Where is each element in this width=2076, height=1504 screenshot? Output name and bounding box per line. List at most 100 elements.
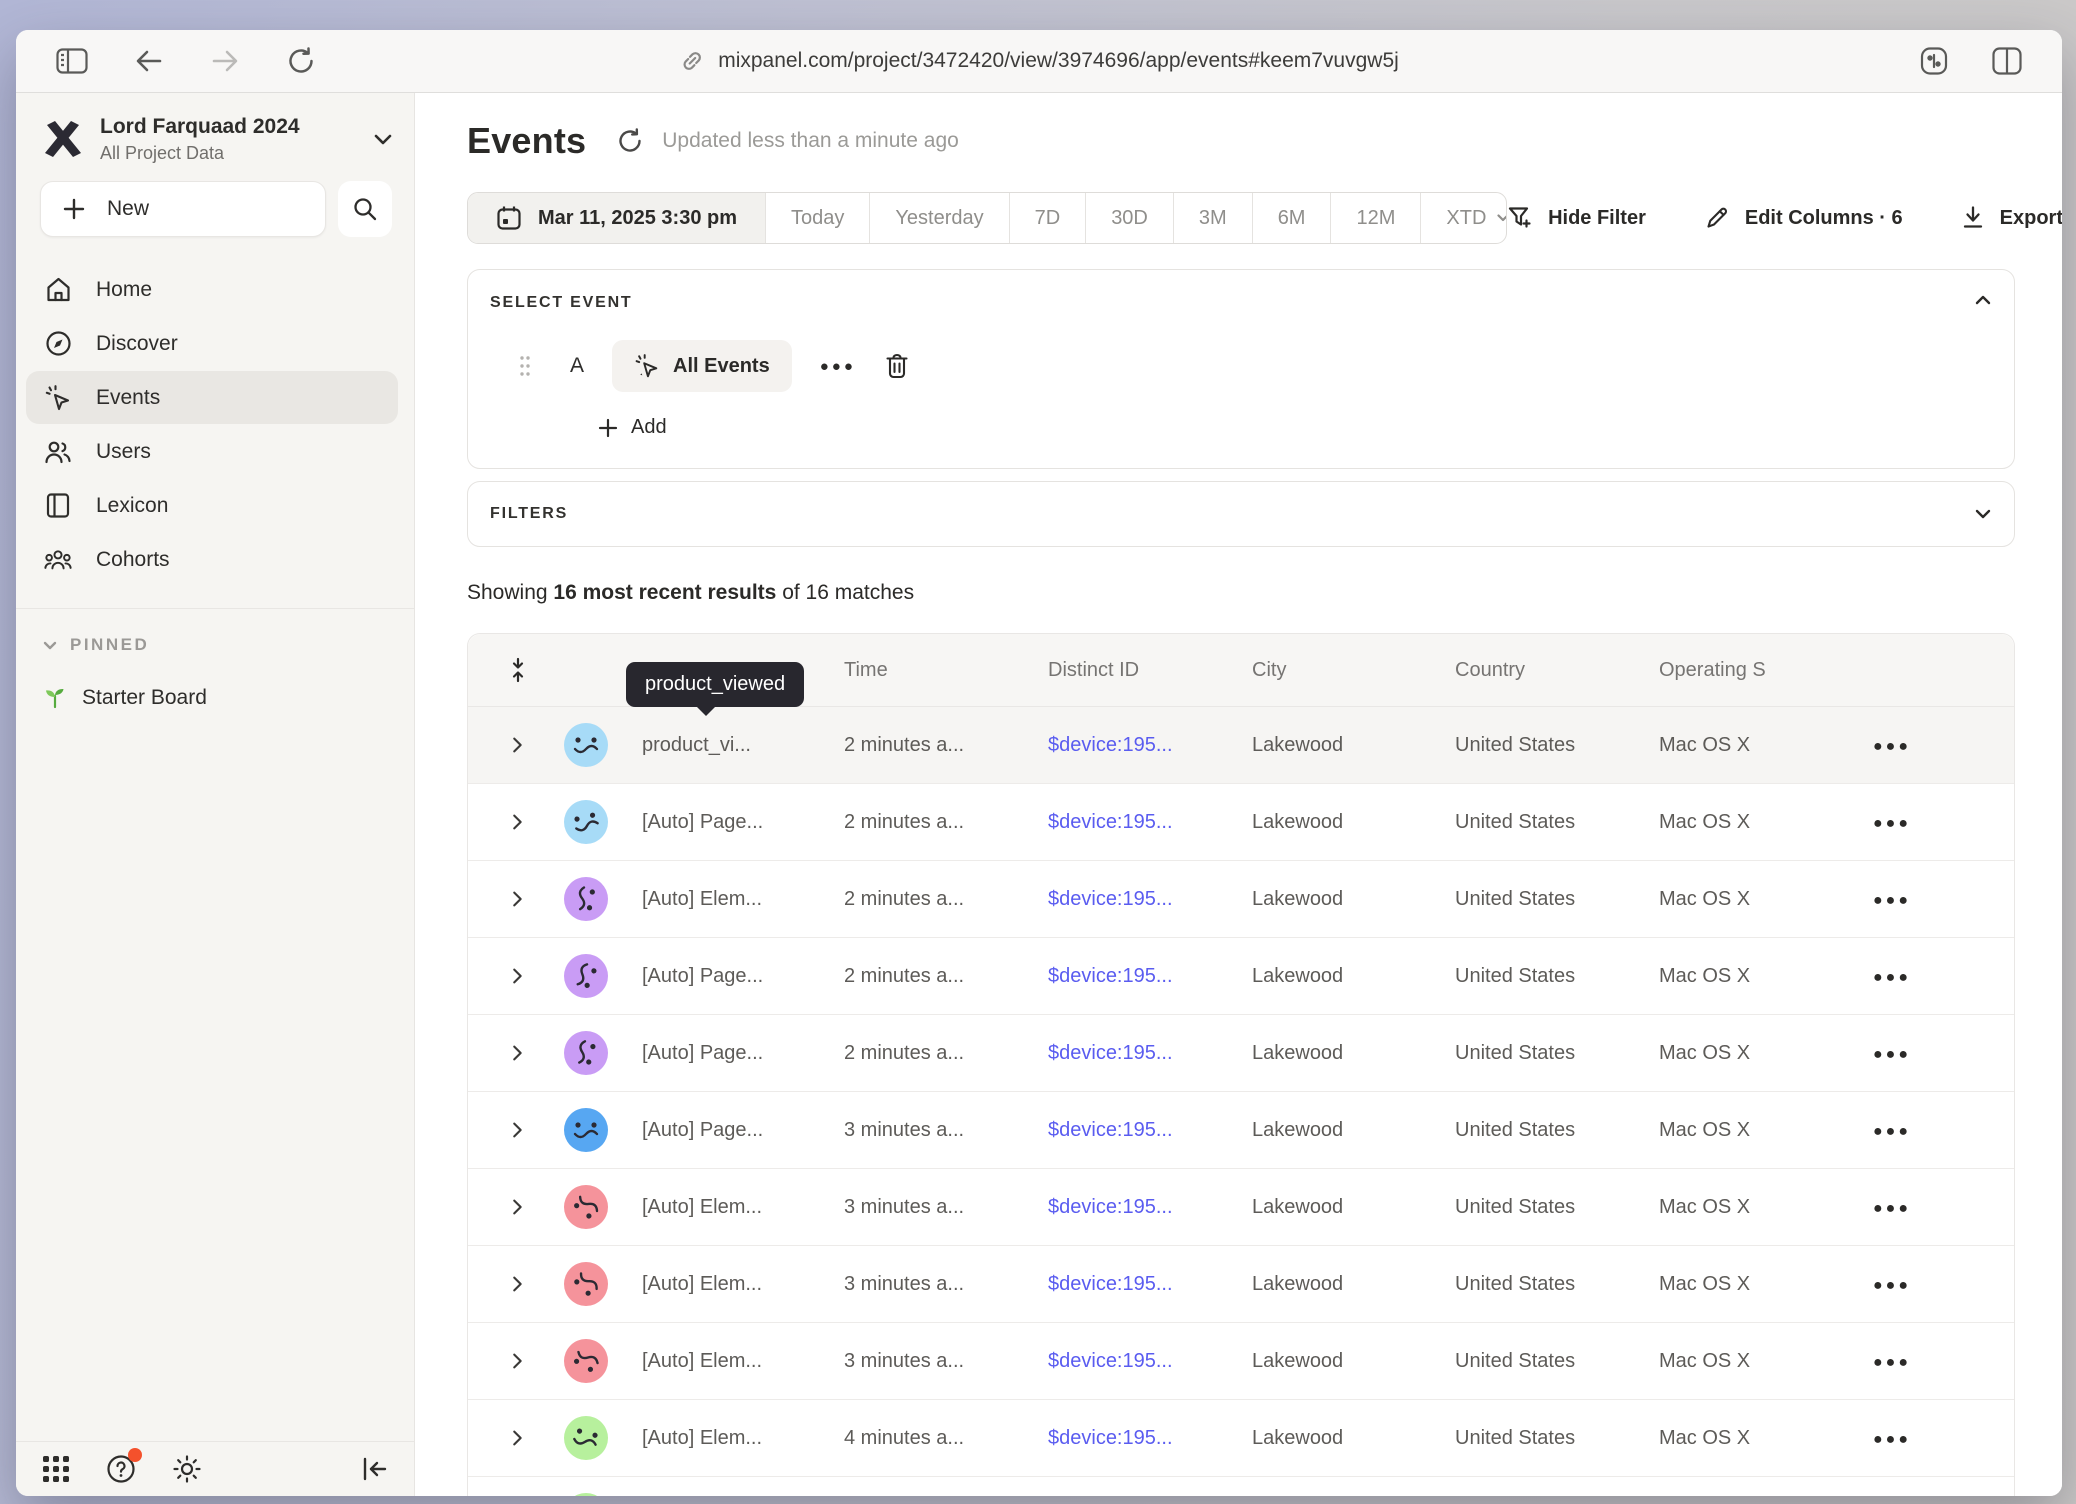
trash-icon[interactable] xyxy=(884,352,910,380)
event-time: 3 minutes a... xyxy=(828,1196,1032,1219)
forward-icon[interactable] xyxy=(210,47,240,75)
refresh-icon[interactable] xyxy=(616,127,644,155)
row-menu-icon[interactable]: ●●● xyxy=(1873,815,1911,832)
pinned-section-header[interactable]: PINNED xyxy=(16,609,414,655)
expand-row-icon[interactable] xyxy=(468,1196,558,1218)
os-cell: Mac OS X xyxy=(1643,734,1859,757)
row-menu-icon[interactable]: ●●● xyxy=(1873,1123,1911,1140)
row-menu-icon[interactable]: ●●● xyxy=(1873,1354,1911,1371)
table-row[interactable]: [Auto] Page... 3 minutes a... $device:19… xyxy=(468,1092,2014,1169)
table-row[interactable]: [Auto] Page... 2 minutes a... $device:19… xyxy=(468,1015,2014,1092)
distinct-id-link[interactable]: $device:195... xyxy=(1032,1042,1236,1065)
all-events-chip[interactable]: All Events xyxy=(612,340,792,392)
expand-row-icon[interactable] xyxy=(468,734,558,756)
range-yesterday[interactable]: Yesterday xyxy=(870,193,1009,243)
column-header-distinct-id[interactable]: Distinct ID xyxy=(1032,659,1236,682)
download-icon xyxy=(1961,205,1985,231)
row-menu-icon[interactable]: ●●● xyxy=(1873,969,1911,986)
distinct-id-link[interactable]: $device:195... xyxy=(1032,888,1236,911)
app-grid-icon[interactable] xyxy=(42,1455,70,1483)
column-header-os[interactable]: Operating S xyxy=(1643,659,1859,682)
search-icon xyxy=(352,196,378,222)
collapse-all-icon[interactable] xyxy=(468,657,558,683)
hide-filter-button[interactable]: Hide Filter xyxy=(1507,205,1646,231)
distinct-id-link[interactable]: $device:195... xyxy=(1032,1427,1236,1450)
row-menu-icon[interactable]: ●●● xyxy=(1873,1277,1911,1294)
table-row[interactable]: [Auto] Elem... 3 minutes a... $device:19… xyxy=(468,1169,2014,1246)
city-cell: Lakewood xyxy=(1236,734,1439,757)
date-range-bar: Mar 11, 2025 3:30 pm Today Yesterday 7D … xyxy=(467,193,2062,243)
expand-row-icon[interactable] xyxy=(468,811,558,833)
collapse-sidebar-icon[interactable] xyxy=(360,1456,388,1482)
sidebar-item-cohorts[interactable]: Cohorts xyxy=(26,533,398,586)
distinct-id-link[interactable]: $device:195... xyxy=(1032,734,1236,757)
table-row[interactable]: [Auto] Page... 2 minutes a... $device:19… xyxy=(468,938,2014,1015)
table-row[interactable]: product_vi... 2 minutes a... $device:195… xyxy=(468,707,2014,784)
distinct-id-link[interactable]: $device:195... xyxy=(1032,1196,1236,1219)
expand-row-icon[interactable] xyxy=(468,888,558,910)
distinct-id-link[interactable]: $device:195... xyxy=(1032,1350,1236,1373)
table-row[interactable]: [Auto] Elem... 3 minutes a... $device:19… xyxy=(468,1323,2014,1400)
edit-columns-button[interactable]: Edit Columns · 6 xyxy=(1704,205,1903,231)
expand-row-icon[interactable] xyxy=(468,1427,558,1449)
range-12m[interactable]: 12M xyxy=(1331,193,1421,243)
new-button[interactable]: New xyxy=(40,181,326,237)
expand-row-icon[interactable] xyxy=(468,965,558,987)
range-30d[interactable]: 30D xyxy=(1086,193,1174,243)
row-menu-icon[interactable]: ●●● xyxy=(1873,738,1911,755)
distinct-id-link[interactable]: $device:195... xyxy=(1032,1119,1236,1142)
event-avatar xyxy=(564,877,608,921)
sidebar-item-starter-board[interactable]: Starter Board xyxy=(16,655,414,711)
row-menu-icon[interactable]: ●●● xyxy=(1873,1431,1911,1448)
range-xtd[interactable]: XTD xyxy=(1421,193,1507,243)
expand-row-icon[interactable] xyxy=(468,1119,558,1141)
sidebar-toggle-icon[interactable] xyxy=(56,48,88,74)
expand-row-icon[interactable] xyxy=(468,1350,558,1372)
table-row[interactable]: [Auto] Elem... 4 minutes a... $device:19… xyxy=(468,1400,2014,1477)
split-view-icon[interactable] xyxy=(1992,47,2022,75)
date-picker[interactable]: Mar 11, 2025 3:30 pm xyxy=(468,193,766,243)
row-menu-icon[interactable]: ●●● xyxy=(1873,892,1911,909)
event-more-icon[interactable]: ●●● xyxy=(820,358,856,375)
calendar-icon xyxy=(496,205,522,231)
search-button[interactable] xyxy=(338,181,392,237)
sidebar-item-home[interactable]: Home xyxy=(26,263,398,316)
sidebar-item-users[interactable]: Users xyxy=(26,425,398,478)
table-row[interactable] xyxy=(468,1477,2014,1496)
drag-handle-icon[interactable] xyxy=(518,353,532,379)
date-range-control: Mar 11, 2025 3:30 pm Today Yesterday 7D … xyxy=(467,192,1507,244)
expand-row-icon[interactable] xyxy=(468,1042,558,1064)
column-header-city[interactable]: City xyxy=(1236,659,1439,682)
back-icon[interactable] xyxy=(134,47,164,75)
os-cell: Mac OS X xyxy=(1643,1042,1859,1065)
sidebar-item-lexicon[interactable]: Lexicon xyxy=(26,479,398,532)
chevron-down-icon[interactable] xyxy=(1974,508,1992,520)
workspace-switcher[interactable]: Lord Farquaad 2024 All Project Data xyxy=(16,93,414,165)
address-bar[interactable]: mixpanel.com/project/3472420/view/397469… xyxy=(679,48,1399,74)
table-row[interactable]: [Auto] Page... 2 minutes a... $device:19… xyxy=(468,784,2014,861)
table-row[interactable]: [Auto] Elem... 3 minutes a... $device:19… xyxy=(468,1246,2014,1323)
page-settings-icon[interactable] xyxy=(1918,47,1950,75)
sidebar-item-discover[interactable]: Discover xyxy=(26,317,398,370)
column-header-country[interactable]: Country xyxy=(1439,659,1643,682)
expand-row-icon[interactable] xyxy=(468,1273,558,1295)
gear-icon[interactable] xyxy=(172,1454,202,1484)
url-text: mixpanel.com/project/3472420/view/397469… xyxy=(718,49,1399,73)
column-header-time[interactable]: Time xyxy=(828,659,1032,682)
row-menu-icon[interactable]: ●●● xyxy=(1873,1200,1911,1217)
row-menu-icon[interactable]: ●●● xyxy=(1873,1046,1911,1063)
range-3m[interactable]: 3M xyxy=(1174,193,1253,243)
sidebar-item-events[interactable]: Events xyxy=(26,371,398,424)
distinct-id-link[interactable]: $device:195... xyxy=(1032,1273,1236,1296)
export-button[interactable]: Export xyxy=(1961,205,2062,231)
range-today[interactable]: Today xyxy=(766,193,870,243)
reload-icon[interactable] xyxy=(286,46,316,76)
table-row[interactable]: [Auto] Elem... 2 minutes a... $device:19… xyxy=(468,861,2014,938)
distinct-id-link[interactable]: $device:195... xyxy=(1032,811,1236,834)
chevron-up-icon[interactable] xyxy=(1974,294,1992,306)
distinct-id-link[interactable]: $device:195... xyxy=(1032,965,1236,988)
help-icon[interactable] xyxy=(106,1454,136,1484)
add-event-button[interactable]: Add xyxy=(598,416,2014,439)
range-6m[interactable]: 6M xyxy=(1253,193,1332,243)
range-7d[interactable]: 7D xyxy=(1010,193,1087,243)
